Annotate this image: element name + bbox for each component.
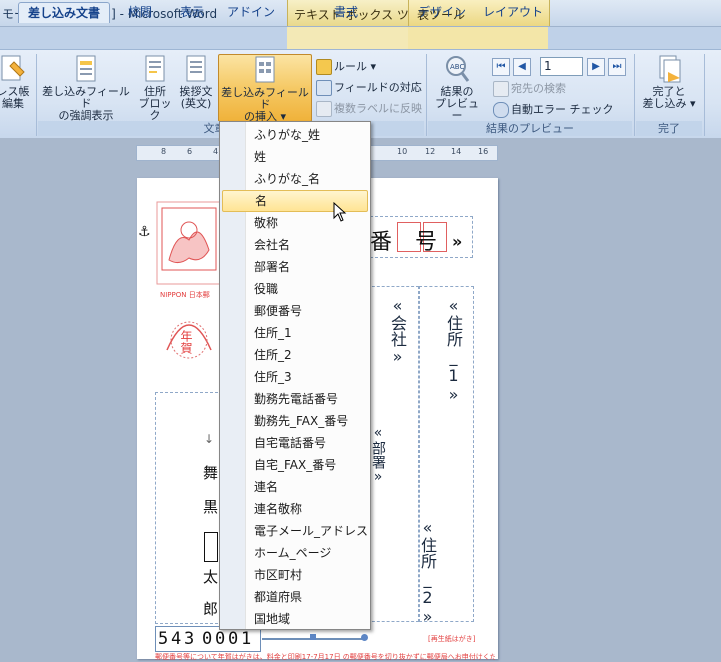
menu-item-joint-honorific[interactable]: 連名敬称 — [222, 498, 366, 520]
record-number-input[interactable]: 1 — [540, 57, 583, 76]
next-record-icon[interactable]: ▶ — [587, 58, 605, 76]
resize-handle[interactable] — [361, 634, 368, 641]
highlight-fields-icon — [76, 55, 96, 82]
last-record-icon[interactable]: ⏭ — [608, 58, 626, 76]
tab-format[interactable]: 書式 — [320, 2, 372, 22]
match-fields-button[interactable]: フィールドの対応 — [316, 79, 422, 96]
edit-address-book-button[interactable]: レス帳 編集 — [0, 54, 30, 110]
previous-record-icon[interactable]: ◀ — [513, 58, 531, 76]
tab-addins[interactable]: アドイン — [222, 2, 280, 22]
postal-digit: 0 — [202, 629, 213, 649]
tab-design[interactable]: デザイン — [412, 2, 472, 22]
mouse-cursor-icon — [333, 202, 347, 222]
postal-digit: 1 — [241, 629, 252, 649]
zip-field-close: » — [452, 232, 463, 251]
menu-item-prefecture[interactable]: 都道府県 — [222, 586, 366, 608]
menu-item-company-name[interactable]: 会社名 — [222, 234, 366, 256]
insert-field-icon — [255, 56, 275, 83]
update-labels-button[interactable]: 複数ラベルに反映 — [316, 100, 422, 117]
company-merge-field: «会社» — [388, 296, 407, 366]
insert-field-label-1: 差し込みフィールド — [221, 86, 309, 111]
fine-print-right: [再生紙はがき] — [428, 635, 476, 643]
postal-digit: 0 — [215, 629, 226, 649]
stamp-nenga: 年賀 — [179, 330, 193, 354]
menu-item-city[interactable]: 市区町村 — [222, 564, 366, 586]
rules-icon — [316, 59, 332, 75]
chevron-down-icon: ▾ — [367, 60, 377, 73]
menu-item-address-3[interactable]: 住所_3 — [222, 366, 366, 388]
zip-field-text: 番 号 — [370, 230, 445, 255]
department-merge-field: «部署» — [370, 425, 386, 485]
menu-item-last-name[interactable]: 姓 — [222, 146, 366, 168]
name-char-1: 舞 — [203, 464, 219, 482]
svg-text:ABC: ABC — [450, 63, 464, 71]
greeting-line-button[interactable]: 挨拶文 (英文) — [176, 54, 216, 110]
menu-item-postal-code[interactable]: 郵便番号 — [222, 300, 366, 322]
highlight-merge-fields-button[interactable]: 差し込みフィールド の強調表示 — [40, 54, 132, 122]
group-finish: 完了 — [636, 121, 702, 136]
tab-view[interactable]: 表示 — [170, 2, 214, 22]
menu-item-furigana-last-name[interactable]: ふりがな_姓 — [222, 124, 366, 146]
menu-item-work-phone[interactable]: 勤務先電話番号 — [222, 388, 366, 410]
menu-item-email[interactable]: 電子メール_アドレス — [222, 520, 368, 542]
menu-item-home-page[interactable]: ホーム_ページ — [222, 542, 366, 564]
menu-item-department[interactable]: 部署名 — [222, 256, 366, 278]
menu-item-address-1[interactable]: 住所_1 — [222, 322, 366, 344]
name-char-3: 太 — [203, 568, 219, 586]
rules-button[interactable]: ルール ▾ — [316, 58, 376, 75]
name-char-2: 黒 — [203, 498, 219, 516]
address2-merge-field: «住所_2» — [418, 518, 437, 626]
auto-check-errors-button[interactable]: 自動エラー チェック — [493, 101, 614, 118]
resize-handle[interactable] — [310, 634, 316, 640]
menu-item-work-fax[interactable]: 勤務先_FAX_番号 — [222, 410, 366, 432]
postal-digit: 0 — [228, 629, 239, 649]
postal-digit: 3 — [184, 629, 195, 649]
group-preview-results: 結果のプレビュー — [428, 121, 632, 136]
postal-digit: 4 — [171, 629, 182, 649]
preview-results-icon: ABC — [446, 56, 470, 82]
address-block-button[interactable]: 住所 ブロック — [136, 54, 174, 122]
finish-merge-button[interactable]: 完了と 差し込み ▾ — [638, 54, 700, 110]
address-block-icon — [145, 55, 165, 82]
menu-item-home-fax[interactable]: 自宅_FAX_番号 — [222, 454, 366, 476]
find-recipient-icon — [493, 81, 509, 97]
menu-item-country[interactable]: 国地域 — [222, 608, 366, 630]
greeting-line-icon — [186, 55, 206, 82]
menu-item-joint-name[interactable]: 連名 — [222, 476, 366, 498]
tab-review[interactable]: 校閲 — [118, 2, 162, 22]
find-recipient-button[interactable]: 宛先の検索 — [493, 80, 566, 97]
tab-mailings[interactable]: 差し込み文書 — [18, 2, 110, 23]
first-record-icon[interactable]: ⏮ — [492, 58, 510, 76]
address1-merge-field: «住所_1» — [444, 296, 463, 404]
address-book-icon — [1, 55, 25, 81]
insert-merge-field-button[interactable]: 差し込みフィールド の挿入 ▾ — [218, 54, 312, 123]
postal-digit: 5 — [158, 629, 169, 649]
stamp-caption: NIPPON 日本郵 — [160, 291, 210, 299]
name-char-4: 郎 — [203, 600, 219, 618]
match-fields-icon — [316, 80, 332, 96]
menu-item-furigana-first-name[interactable]: ふりがな_名 — [222, 168, 366, 190]
insert-merge-field-menu: ふりがな_姓 姓 ふりがな_名 名 敬称 会社名 部署名 役職 郵便番号 住所_… — [219, 121, 371, 630]
update-labels-icon — [316, 101, 332, 117]
menu-item-address-2[interactable]: 住所_2 — [222, 344, 366, 366]
menu-item-home-phone[interactable]: 自宅電話番号 — [222, 432, 366, 454]
fine-print-bottom: 郵便番号等について年賀はがきは、料金と印刷17-7月17日 の郵便番号を切り抜か… — [155, 653, 495, 661]
preview-results-button[interactable]: ABC 結果の プレビュー — [430, 54, 484, 122]
check-errors-icon — [493, 102, 509, 118]
tab-layout[interactable]: レイアウト — [482, 2, 544, 22]
chevron-down-icon: ▾ — [686, 97, 696, 110]
menu-item-job-title[interactable]: 役職 — [222, 278, 366, 300]
finish-merge-icon — [659, 55, 681, 83]
anchor-icon: ⚓ — [138, 224, 151, 240]
highlight-fields-label-1: 差し込みフィールド — [42, 85, 130, 110]
